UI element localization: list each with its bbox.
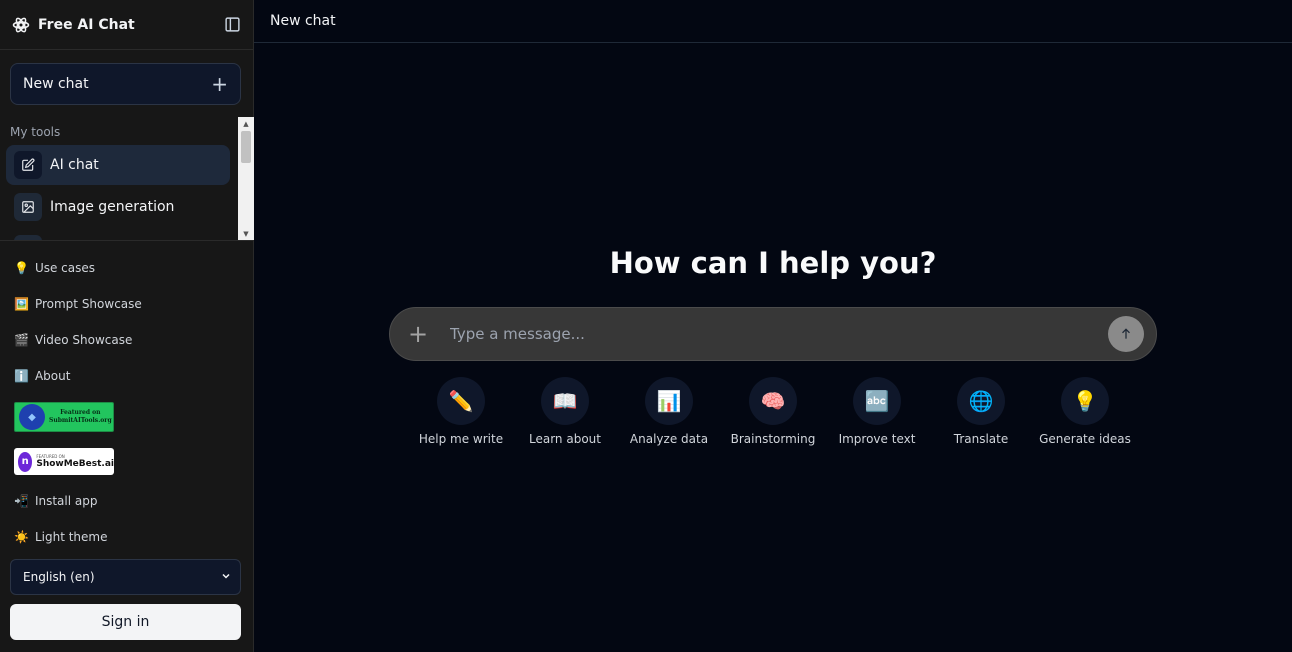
- link-label: Use cases: [34, 261, 96, 275]
- suggestion-translate[interactable]: 🌐 Translate: [929, 377, 1033, 446]
- language-value: English (en): [23, 570, 95, 584]
- scroll-up-icon[interactable]: ▲: [238, 117, 254, 131]
- new-chat-label: New chat: [23, 76, 89, 92]
- new-chat-button[interactable]: New chat +: [10, 63, 241, 105]
- language-select[interactable]: English (en): [10, 559, 241, 595]
- brand-bar: Free AI Chat: [0, 0, 253, 50]
- scroll-down-icon[interactable]: ▼: [238, 227, 254, 240]
- plus-icon: +: [211, 72, 228, 96]
- link-label: Light theme: [34, 530, 108, 544]
- link-label: About: [34, 369, 71, 383]
- attach-plus-icon[interactable]: +: [408, 322, 434, 346]
- sidebar: Free AI Chat New chat + My tools AI chat: [0, 0, 254, 652]
- lightbulb-icon: 💡: [1061, 377, 1109, 425]
- logo-icon: [12, 16, 30, 34]
- link-label: Install app: [34, 494, 98, 508]
- link-label: Prompt Showcase: [34, 297, 142, 311]
- suggestion-brainstorming[interactable]: 🧠 Brainstorming: [721, 377, 825, 446]
- hero-heading: How can I help you?: [609, 246, 937, 280]
- tool-label: Image generation: [50, 199, 175, 215]
- message-composer: +: [389, 307, 1157, 361]
- globe-icon: 🌐: [957, 377, 1005, 425]
- scroll-thumb[interactable]: [241, 131, 251, 163]
- app-title: Free AI Chat: [38, 16, 135, 33]
- link-video-showcase[interactable]: 🎬 Video Showcase: [14, 330, 132, 350]
- tool-label: AI chat: [50, 157, 99, 173]
- pencil-icon: ✏️: [437, 377, 485, 425]
- badge-text: FEATURED ON ShowMeBest.ai: [36, 454, 114, 469]
- tools-heading: My tools: [10, 125, 61, 139]
- suggestion-label: Learn about: [529, 432, 601, 446]
- tool-icon-partial: [14, 235, 42, 240]
- sidebar-toggle-icon[interactable]: [223, 16, 241, 34]
- suggestion-learn-about[interactable]: 📖 Learn about: [513, 377, 617, 446]
- clapper-icon: 🎬: [14, 333, 29, 347]
- bar-chart-icon: 📊: [645, 377, 693, 425]
- info-icon: ℹ️: [14, 369, 29, 383]
- lightbulb-icon: 💡: [14, 261, 29, 275]
- edit-icon: [14, 151, 42, 179]
- showmebest-badge[interactable]: n FEATURED ON ShowMeBest.ai: [14, 448, 114, 475]
- tools-scrollbar[interactable]: ▲ ▼: [238, 117, 254, 240]
- suggestion-label: Translate: [953, 432, 1009, 446]
- book-icon: 📖: [541, 377, 589, 425]
- suggestion-label: Brainstorming: [730, 432, 816, 446]
- abc-icon: 🔤: [853, 377, 901, 425]
- send-button[interactable]: [1108, 316, 1144, 352]
- link-about[interactable]: ℹ️ About: [14, 366, 70, 386]
- link-label: Video Showcase: [34, 333, 133, 347]
- chat-title: New chat: [270, 13, 336, 29]
- arrow-up-icon: [1122, 328, 1130, 339]
- link-install-app[interactable]: 📲 Install app: [14, 491, 97, 511]
- install-icon: 📲: [14, 494, 29, 508]
- tool-item-image-generation[interactable]: Image generation: [6, 187, 230, 227]
- badge-text: Featured on SubmitAITools.org: [49, 409, 112, 424]
- main-header: New chat: [254, 0, 1292, 43]
- sign-in-button[interactable]: Sign in: [10, 604, 241, 640]
- tool-item-ai-chat[interactable]: AI chat: [6, 145, 230, 185]
- picture-icon: 🖼️: [14, 297, 29, 311]
- link-prompt-showcase[interactable]: 🖼️ Prompt Showcase: [14, 294, 142, 314]
- link-use-cases[interactable]: 💡 Use cases: [14, 258, 95, 278]
- suggestion-label: Improve text: [838, 432, 916, 446]
- submitaitools-badge[interactable]: ◆ Featured on SubmitAITools.org: [14, 402, 114, 432]
- showmebest-logo-icon: n: [18, 451, 33, 472]
- suggestion-label: Help me write: [418, 432, 504, 446]
- suggestion-generate-ideas[interactable]: 💡 Generate ideas: [1033, 377, 1137, 446]
- message-input[interactable]: [450, 325, 1108, 343]
- suggestion-help-me-write[interactable]: ✏️ Help me write: [409, 377, 513, 446]
- suggestion-improve-text[interactable]: 🔤 Improve text: [825, 377, 929, 446]
- tools-section: My tools AI chat Image generation ▲ ▼: [0, 117, 254, 241]
- suggestion-analyze-data[interactable]: 📊 Analyze data: [617, 377, 721, 446]
- suggestion-label: Generate ideas: [1039, 432, 1131, 446]
- link-light-theme[interactable]: ☀️ Light theme: [14, 527, 107, 547]
- brain-icon: 🧠: [749, 377, 797, 425]
- chevron-down-icon: [220, 570, 232, 585]
- submitaitools-logo-icon: ◆: [19, 404, 45, 430]
- suggestion-label: Analyze data: [629, 432, 709, 446]
- sun-icon: ☀️: [14, 530, 29, 544]
- image-icon: [14, 193, 42, 221]
